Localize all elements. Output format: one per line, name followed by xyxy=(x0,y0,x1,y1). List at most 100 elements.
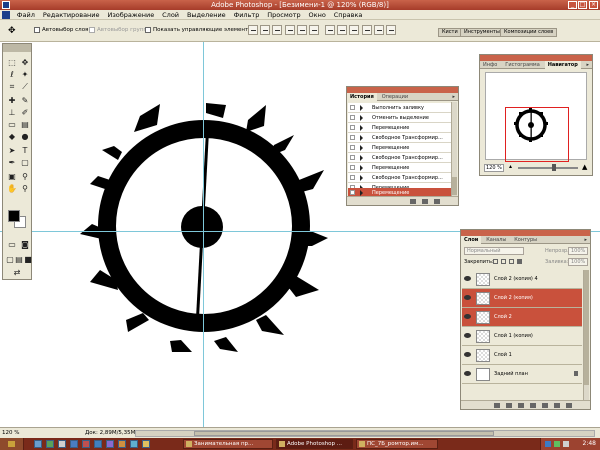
layer-row[interactable]: Слой 1 xyxy=(462,346,582,365)
quicklaunch-explorer-icon[interactable] xyxy=(70,440,78,448)
history-source-checkbox[interactable] xyxy=(350,175,355,180)
quick-mask-mode-icon[interactable]: ◙ xyxy=(19,240,31,250)
navigator-menu-icon[interactable]: ▸ xyxy=(586,62,589,68)
tray-language-icon[interactable] xyxy=(545,441,551,447)
quicklaunch-app-icon[interactable] xyxy=(46,440,54,448)
pen-tool-icon[interactable]: ✒ xyxy=(6,158,18,168)
history-scrollbar[interactable] xyxy=(451,102,457,198)
type-tool-icon[interactable]: T xyxy=(19,146,31,156)
distribute-left-icon[interactable] xyxy=(362,25,372,35)
navigator-zoom-field[interactable]: 120 % xyxy=(484,164,504,172)
zoom-out-icon[interactable]: ▴ xyxy=(509,163,512,170)
distribute-bottom-icon[interactable] xyxy=(349,25,359,35)
distribute-hcenter-icon[interactable] xyxy=(374,25,384,35)
start-button[interactable] xyxy=(0,438,24,450)
history-item[interactable]: Отменить выделение xyxy=(348,113,451,123)
quicklaunch-folder-icon[interactable] xyxy=(118,440,126,448)
history-source-checkbox[interactable] xyxy=(350,155,355,160)
history-item[interactable]: Свободное Трансформир... xyxy=(348,133,451,143)
eye-icon[interactable] xyxy=(464,276,471,281)
toolbox-header[interactable] xyxy=(3,44,31,52)
tab-navigator[interactable]: Навигатор xyxy=(544,61,581,69)
eye-icon[interactable] xyxy=(464,371,471,376)
quicklaunch-web-icon[interactable] xyxy=(130,440,138,448)
tab-channels[interactable]: Каналы xyxy=(483,236,509,244)
history-source-checkbox[interactable] xyxy=(350,115,355,120)
status-zoom[interactable]: 120 % xyxy=(2,430,19,436)
history-source-checkbox[interactable] xyxy=(350,135,355,140)
history-source-checkbox[interactable] xyxy=(350,190,355,195)
hand-tool-icon[interactable]: ✋ xyxy=(6,184,18,194)
tab-history[interactable]: История xyxy=(347,93,377,101)
eye-icon[interactable] xyxy=(464,314,471,319)
menu-window[interactable]: Окно xyxy=(306,10,329,19)
align-right-icon[interactable] xyxy=(309,25,319,35)
crop-tool-icon[interactable]: ⌗ xyxy=(6,82,18,92)
layer-row[interactable]: Слой 2 (копия) 4 xyxy=(462,270,582,289)
tab-paths[interactable]: Контуры xyxy=(511,236,540,244)
history-item[interactable]: Свободное Трансформир... xyxy=(348,153,451,163)
menu-layer[interactable]: Слой xyxy=(159,10,182,19)
history-item[interactable]: Перемещение xyxy=(348,163,451,173)
quicklaunch-player-icon[interactable] xyxy=(82,440,90,448)
zoom-tool-icon[interactable]: ⚲ xyxy=(19,184,31,194)
navigator-view-box[interactable] xyxy=(505,107,569,162)
taskbar-button[interactable]: Занимательная пр... xyxy=(183,439,273,449)
menu-file[interactable]: Файл xyxy=(14,10,38,19)
eye-icon[interactable] xyxy=(464,295,471,300)
auto-select-groups-checkbox[interactable] xyxy=(89,27,95,33)
maximize-button[interactable]: □ xyxy=(578,1,587,9)
brush-tool-icon[interactable]: ✎ xyxy=(19,96,31,106)
opacity-field[interactable]: 100% xyxy=(568,247,588,255)
new-group-icon[interactable] xyxy=(542,403,548,408)
link-layers-icon[interactable] xyxy=(494,403,500,408)
healing-brush-tool-icon[interactable]: ✚ xyxy=(6,96,18,106)
delete-state-icon[interactable] xyxy=(434,199,440,204)
adjustment-layer-icon[interactable] xyxy=(530,403,536,408)
menu-help[interactable]: Справка xyxy=(331,10,366,19)
fill-field[interactable]: 100% xyxy=(568,258,588,266)
minimize-button[interactable]: _ xyxy=(568,1,577,9)
move-tool-icon[interactable]: ✥ xyxy=(19,58,31,68)
eye-icon[interactable] xyxy=(464,333,471,338)
lock-pixels-icon[interactable] xyxy=(501,259,506,264)
blur-tool-icon[interactable]: ◆ xyxy=(6,132,18,142)
eyedropper-tool-icon[interactable]: ⚲ xyxy=(19,172,31,182)
eraser-tool-icon[interactable]: ▭ xyxy=(6,120,18,130)
menu-select[interactable]: Выделение xyxy=(184,10,229,19)
layers-menu-icon[interactable]: ▸ xyxy=(584,237,587,243)
history-scroll-thumb[interactable] xyxy=(452,177,457,195)
lock-transparency-icon[interactable] xyxy=(493,259,498,264)
blend-mode-select[interactable]: Нормальный xyxy=(464,247,524,255)
lasso-tool-icon[interactable]: ℓ xyxy=(6,70,18,80)
horizontal-scroll-thumb[interactable] xyxy=(194,431,494,436)
navigator-zoom-slider[interactable] xyxy=(518,167,578,169)
dodge-tool-icon[interactable]: ● xyxy=(19,132,31,142)
clone-stamp-tool-icon[interactable]: ⊥ xyxy=(6,108,18,118)
tab-layers[interactable]: Слои xyxy=(461,236,482,244)
palette-tab-brushes[interactable]: Кисти xyxy=(438,28,462,37)
tab-actions[interactable]: Операции xyxy=(379,93,411,101)
auto-select-layer-checkbox[interactable] xyxy=(34,27,40,33)
menu-edit[interactable]: Редактирование xyxy=(40,10,103,19)
slice-tool-icon[interactable]: ⟋ xyxy=(19,82,31,92)
align-top-icon[interactable] xyxy=(248,25,258,35)
horizontal-scrollbar[interactable] xyxy=(135,430,595,437)
vertical-guide[interactable] xyxy=(203,42,204,427)
menu-view[interactable]: Просмотр xyxy=(264,10,303,19)
close-button[interactable]: × xyxy=(589,1,598,9)
layers-scrollbar[interactable] xyxy=(583,270,589,400)
history-item[interactable]: Свободное Трансформир... xyxy=(348,173,451,183)
quicklaunch-desktop-icon[interactable] xyxy=(58,440,66,448)
quicklaunch-messenger-icon[interactable] xyxy=(94,440,102,448)
layer-row[interactable]: Слой 1 (копия) xyxy=(462,327,582,346)
history-item[interactable]: Перемещение xyxy=(348,123,451,133)
new-snapshot-icon[interactable] xyxy=(422,199,428,204)
distribute-vcenter-icon[interactable] xyxy=(337,25,347,35)
photoshop-menu-icon[interactable] xyxy=(2,11,10,19)
history-item[interactable]: Перемещение xyxy=(348,143,451,153)
jump-to-imageready-icon[interactable]: ⇄ xyxy=(11,268,23,278)
history-source-checkbox[interactable] xyxy=(350,105,355,110)
move-tool-icon[interactable]: ✥ xyxy=(8,26,16,36)
lock-position-icon[interactable] xyxy=(509,259,514,264)
